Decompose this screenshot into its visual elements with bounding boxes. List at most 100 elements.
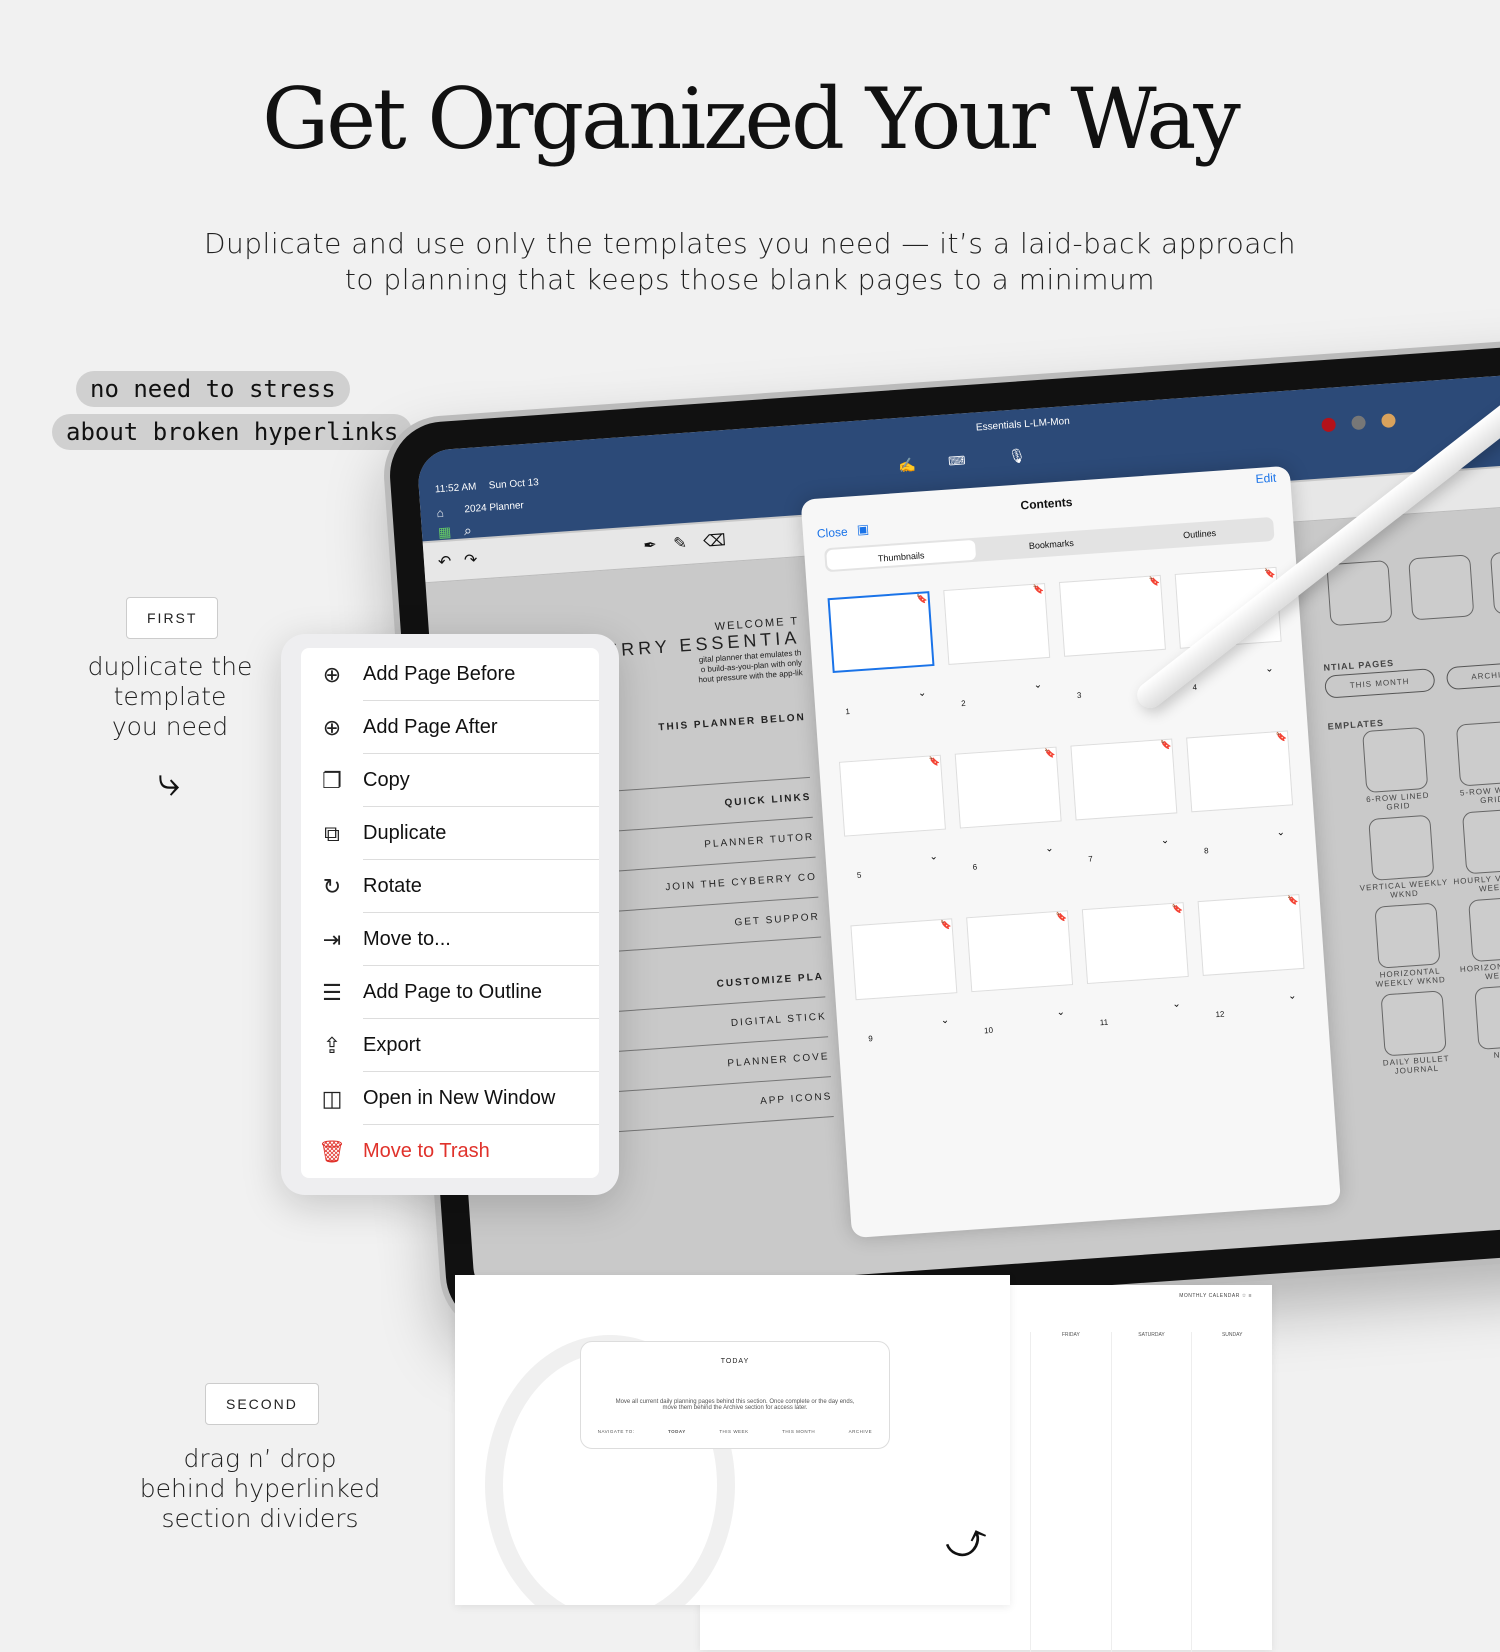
bookmark-icon[interactable]: 🔖: [929, 756, 941, 768]
rotate-icon: ↻: [322, 873, 342, 899]
page-thumbnail[interactable]: 🔖 10 ⌄: [966, 910, 1078, 1067]
page-number: 3: [1076, 690, 1082, 701]
document-tab[interactable]: Essentials L-LM-Mon: [976, 416, 1070, 434]
pen-tool-icon[interactable]: ✒: [643, 535, 658, 556]
handwriting-icon[interactable]: ✍: [898, 457, 917, 475]
menu-icon[interactable]: ≡: [1249, 1293, 1252, 1299]
page-thumbnail[interactable]: 🔖 9 ⌄: [850, 918, 962, 1075]
color-tan[interactable]: [1381, 413, 1396, 429]
chevron-down-icon[interactable]: ⌄: [1172, 999, 1181, 1011]
template-preview: [1368, 814, 1435, 881]
menu-item-export[interactable]: ⇪ Export: [301, 1019, 599, 1072]
bookmark-icon[interactable]: 🔖: [1149, 576, 1161, 588]
bookmark-icon[interactable]: 🔖: [1056, 911, 1068, 923]
menu-item-label: Add Page After: [363, 716, 498, 738]
step-first-text: duplicate the template you need: [87, 652, 253, 741]
thumbnail-image: 🔖: [1070, 738, 1178, 821]
button-this-month[interactable]: THIS MONTH: [1324, 668, 1436, 699]
template-item[interactable]: VERTICAL WEEKLY WKND: [1354, 812, 1450, 902]
template-item[interactable]: DAILY BULLET JOURNAL: [1366, 987, 1462, 1077]
page-thumbnail[interactable]: 🔖 5 ⌄: [838, 754, 951, 912]
menu-item-label: Add Page Before: [363, 663, 516, 685]
menu-item-outline[interactable]: ☰ Add Page to Outline: [301, 966, 599, 1019]
chevron-down-icon[interactable]: ⌄: [918, 688, 927, 700]
page-thumbnail[interactable]: 🔖 1 ⌄: [827, 591, 940, 748]
nav-this-month[interactable]: THIS MONTH: [782, 1429, 815, 1434]
template-item[interactable]: HORIZONTAL WEEKLY WKND: [1360, 900, 1456, 990]
chevron-down-icon[interactable]: ⌄: [1288, 990, 1297, 1002]
template-item[interactable]: NOTES: [1460, 981, 1500, 1071]
chevron-down-icon[interactable]: ⌄: [1056, 1007, 1065, 1019]
chevron-down-icon[interactable]: ⌄: [1276, 827, 1285, 839]
template-item[interactable]: HORIZONTAL GRID WEEKLY: [1454, 893, 1500, 983]
bookmark-icon[interactable]: 🔖: [1160, 740, 1172, 752]
chevron-down-icon[interactable]: ⌄: [1265, 663, 1274, 675]
close-button[interactable]: Close: [817, 525, 849, 541]
star-icon[interactable]: ☆: [1242, 1293, 1247, 1299]
chevron-down-icon[interactable]: ⌄: [941, 1015, 950, 1027]
bookmark-icon[interactable]: 🔖: [1033, 584, 1045, 596]
page-thumbnail[interactable]: 🔖 2 ⌄: [943, 583, 1055, 740]
page-thumbnail[interactable]: 🔖 8 ⌄: [1186, 730, 1298, 887]
page-thumbnail[interactable]: 🔖3⌄: [1058, 574, 1171, 732]
chevron-down-icon[interactable]: ⌄: [1160, 835, 1169, 847]
tab-thumbnails[interactable]: Thumbnails: [826, 539, 976, 571]
sidebar-toggle-icon[interactable]: ▣: [856, 521, 869, 538]
nav-this-week[interactable]: THIS WEEK: [719, 1429, 748, 1434]
bookmark-icon[interactable]: 🔖: [1171, 903, 1183, 915]
bookmark-icon[interactable]: 🔖: [1287, 895, 1299, 907]
eraser-tool-icon[interactable]: ⌫: [703, 530, 727, 552]
monthly-calendar-tab[interactable]: MONTHLY CALENDAR: [1179, 1293, 1240, 1299]
chevron-down-icon[interactable]: ⌄: [1045, 843, 1054, 855]
menu-item-trash[interactable]: 🗑 Move to Trash: [301, 1125, 599, 1178]
menu-item-split-window[interactable]: ◫ Open in New Window: [301, 1072, 599, 1125]
tab-outlines[interactable]: Outlines: [1125, 517, 1275, 551]
pencil-tool-icon[interactable]: ✎: [673, 533, 688, 554]
menu-item-label: Copy: [363, 769, 410, 791]
search-icon[interactable]: ⌕: [463, 522, 472, 540]
menu-item-duplicate[interactable]: ⧉ Duplicate: [301, 807, 599, 860]
template-hex[interactable]: [1489, 548, 1500, 615]
menu-item-label: Move to Trash: [363, 1140, 490, 1162]
menu-item-move[interactable]: ⇥ Move to...: [301, 913, 599, 966]
menu-item-rotate[interactable]: ↻ Rotate: [301, 860, 599, 913]
home-icon[interactable]: ⌂: [436, 506, 444, 520]
menu-item-add-page-before[interactable]: ⊕ Add Page Before: [301, 648, 599, 701]
color-red[interactable]: [1321, 417, 1337, 433]
bookmark-icon[interactable]: 🔖: [940, 919, 952, 931]
undo-icon[interactable]: ↶: [437, 551, 453, 572]
keyboard-icon[interactable]: ⌨: [948, 453, 966, 468]
contents-title: Contents: [1020, 494, 1073, 513]
page-context-menu: ⊕ Add Page Before ⊕ Add Page After ❐ Copy ⧉ Dup…: [281, 634, 619, 1195]
page-thumbnail[interactable]: 🔖 11 ⌄: [1081, 902, 1194, 1059]
templates-page: NTIAL PAGES THIS MONTHARCHIV EMPLATES 6-…: [1316, 531, 1500, 1079]
color-gray[interactable]: [1351, 415, 1367, 431]
template-lined[interactable]: [1408, 554, 1475, 621]
tab-bookmarks[interactable]: Bookmarks: [976, 527, 1126, 561]
menu-item-copy[interactable]: ❐ Copy: [301, 754, 599, 807]
button-archive[interactable]: ARCHIV: [1445, 661, 1500, 691]
edit-button[interactable]: Edit: [1255, 471, 1277, 486]
menu-item-label: Add Page to Outline: [363, 981, 543, 1003]
nav-archive[interactable]: ARCHIVE: [849, 1429, 873, 1434]
template-dot[interactable]: [1326, 560, 1393, 627]
bookmark-icon[interactable]: 🔖: [1264, 568, 1276, 580]
template-item[interactable]: HOURLY VERTICAL WEEKLY: [1448, 805, 1500, 895]
chevron-down-icon[interactable]: ⌄: [929, 851, 938, 863]
page-number: 11: [1099, 1017, 1109, 1028]
page-thumbnail[interactable]: 🔖 6 ⌄: [954, 746, 1067, 904]
redo-icon[interactable]: ↷: [463, 550, 478, 571]
microphone-icon[interactable]: 🎙: [1008, 447, 1027, 465]
template-item[interactable]: 6-ROW LINED GRID: [1348, 724, 1444, 814]
nav-today[interactable]: TODAY: [668, 1429, 686, 1434]
menu-item-add-page-after[interactable]: ⊕ Add Page After: [301, 701, 599, 754]
thumbnails-grid-icon[interactable]: ▦: [437, 523, 451, 541]
template-item[interactable]: 5-ROW WKND GRID: [1442, 717, 1500, 807]
page-thumbnail[interactable]: 🔖 7 ⌄: [1070, 738, 1182, 896]
bookmark-icon[interactable]: 🔖: [916, 593, 928, 605]
bookmark-icon[interactable]: 🔖: [1276, 731, 1288, 743]
menu-item-label: Move to...: [363, 928, 451, 950]
chevron-down-icon[interactable]: ⌄: [1033, 679, 1042, 691]
bookmark-icon[interactable]: 🔖: [1044, 748, 1056, 760]
page-thumbnail[interactable]: 🔖 12 ⌄: [1197, 894, 1310, 1051]
